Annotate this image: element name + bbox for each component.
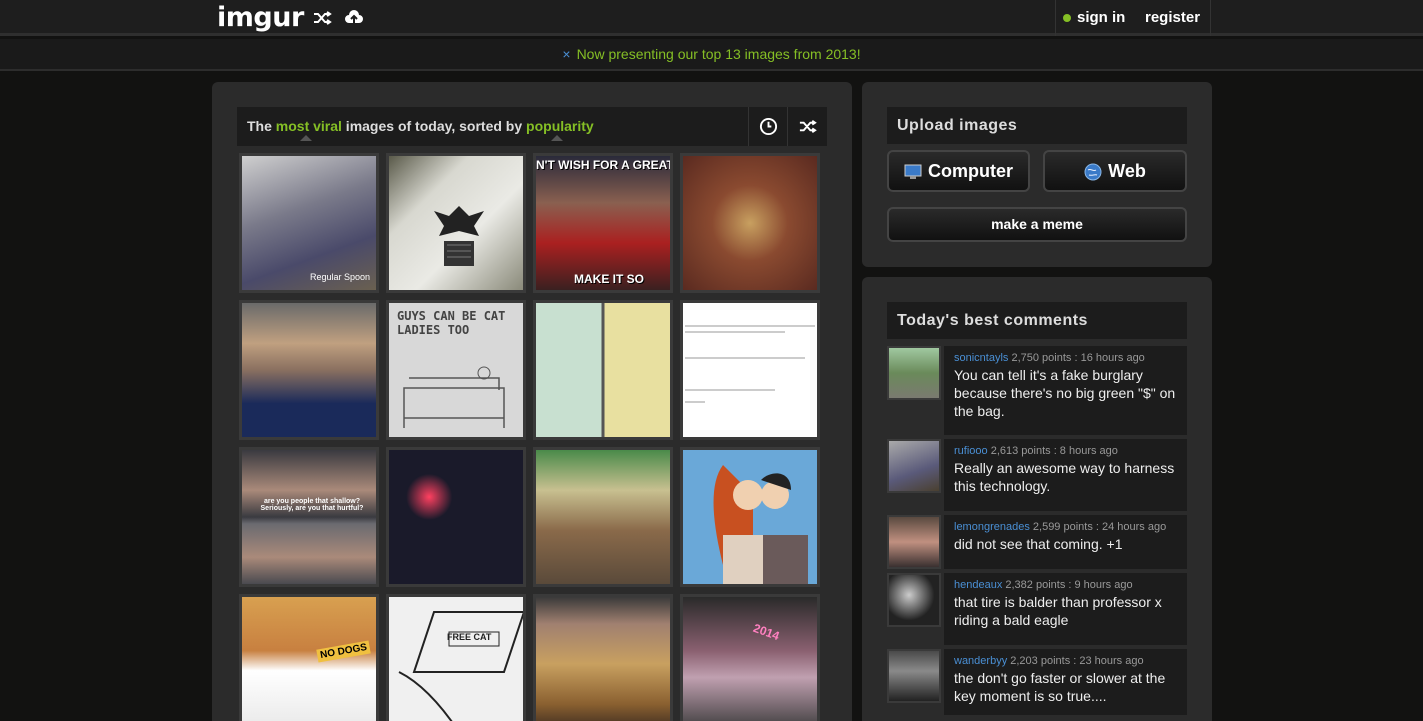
sign-in-link[interactable]: sign in: [1077, 9, 1125, 26]
cloud-upload-icon[interactable]: [344, 8, 364, 28]
gallery-thumb[interactable]: [680, 153, 820, 293]
comment-thumb[interactable]: [887, 573, 941, 627]
comment-username[interactable]: wanderbyy: [954, 655, 1007, 667]
notice-bar: × Now presenting our top 13 images from 2…: [0, 39, 1423, 71]
notice-text[interactable]: Now presenting our top 13 images from 20…: [577, 46, 861, 62]
comment-text: the don't go faster or slower at the key…: [954, 670, 1166, 704]
close-icon[interactable]: ×: [562, 46, 570, 62]
gallery-panel: The most viral images of today, sorted b…: [212, 82, 852, 721]
comment-username[interactable]: lemongrenades: [954, 521, 1030, 533]
gallery-thumb[interactable]: [680, 447, 820, 587]
upload-title: Upload images: [887, 107, 1187, 144]
comment-thumb[interactable]: [887, 346, 941, 400]
comment-thumb[interactable]: [887, 439, 941, 493]
upload-web-button[interactable]: Web: [1043, 150, 1187, 192]
thumb-caption: Regular Spoon: [309, 272, 370, 282]
sort-prefix: The: [247, 118, 276, 134]
comment-username[interactable]: hendeaux: [954, 579, 1002, 591]
upload-computer-button[interactable]: Computer: [887, 150, 1030, 192]
random-sort-button[interactable]: [787, 107, 826, 146]
web-label: Web: [1108, 161, 1146, 181]
gallery-thumb[interactable]: [680, 300, 820, 440]
computer-label: Computer: [928, 161, 1013, 181]
gallery-thumb[interactable]: NO DOGS: [239, 594, 379, 721]
comments-title: Today's best comments: [887, 302, 1187, 339]
couch-drawing-icon: [403, 366, 505, 428]
gallery-thumb[interactable]: [386, 153, 526, 293]
comment-username[interactable]: sonicntayls: [954, 352, 1008, 364]
chevron-up-icon: [551, 135, 563, 141]
gallery-thumb[interactable]: [533, 594, 673, 721]
thumb-caption: are you people that shallow? Seriously, …: [260, 498, 364, 512]
comment-text: did not see that coming. +1: [954, 536, 1123, 552]
sort-bar: The most viral images of today, sorted b…: [237, 107, 827, 146]
gallery-thumb[interactable]: FREE CAT: [386, 594, 526, 721]
punch-card-drawing-icon: [398, 611, 523, 721]
comment-meta: 2,613 points : 8 hours ago: [987, 445, 1118, 457]
gallery-thumb[interactable]: are you people that shallow? Seriously, …: [239, 447, 379, 587]
gallery-thumb[interactable]: [533, 300, 673, 440]
comment-text: You can tell it's a fake burglary becaus…: [954, 367, 1176, 419]
thumb-caption: FREE CAT: [447, 632, 492, 642]
gallery-thumb[interactable]: 2014: [680, 594, 820, 721]
comment-meta: 2,599 points : 24 hours ago: [1029, 521, 1167, 533]
globe-icon: [1084, 163, 1102, 181]
chevron-up-icon: [300, 135, 312, 141]
gallery-thumb[interactable]: Regular Spoon: [239, 153, 379, 293]
thumb-caption: MAKE IT SO: [574, 272, 645, 286]
section-dropdown[interactable]: most viral: [276, 118, 342, 134]
sort-middle: images of today, sorted by: [341, 118, 527, 134]
comment-meta: 2,203 points : 23 hours ago: [1007, 655, 1144, 667]
comment-username[interactable]: rufiooo: [954, 445, 988, 457]
monitor-icon: [904, 164, 922, 180]
time-sort-button[interactable]: [748, 107, 787, 146]
kiss-illustration-icon: [713, 465, 808, 584]
gallery-thumb[interactable]: [533, 447, 673, 587]
imgur-logo[interactable]: imgur: [217, 2, 304, 33]
top-bar: imgur sign in register: [0, 0, 1423, 36]
comment-text: Really an awesome way to harness this te…: [954, 460, 1175, 494]
status-dot-icon: [1063, 14, 1071, 22]
thumb-caption: GUYS CAN BE CAT LADIES TOO: [397, 309, 506, 337]
comment-meta: 2,750 points : 16 hours ago: [1008, 352, 1145, 364]
user-box: sign in register: [1055, 0, 1211, 36]
thumb-caption: N'T WISH FOR A GREAT 20: [536, 158, 673, 172]
gallery-thumb[interactable]: [386, 447, 526, 587]
make-meme-button[interactable]: make a meme: [887, 207, 1187, 242]
upload-panel: Upload images Computer Web make a meme: [862, 82, 1212, 267]
gallery-thumb[interactable]: N'T WISH FOR A GREAT 20 MAKE IT SO: [533, 153, 673, 293]
sort-text: The most viral images of today, sorted b…: [247, 118, 594, 134]
shuffle-icon: [799, 120, 817, 133]
order-dropdown[interactable]: popularity: [526, 118, 594, 134]
drain-graphic-icon: [434, 206, 484, 266]
comment-text: that tire is balder than professor x rid…: [954, 594, 1162, 628]
text-document-icon: [685, 325, 815, 403]
gallery-thumb[interactable]: [239, 300, 379, 440]
gallery-thumb[interactable]: GUYS CAN BE CAT LADIES TOO: [386, 300, 526, 440]
shuffle-icon[interactable]: [312, 8, 332, 28]
comment-thumb[interactable]: [887, 649, 941, 703]
comment-meta: 2,382 points : 9 hours ago: [1002, 579, 1133, 591]
clock-icon: [759, 117, 778, 136]
comment-thumb[interactable]: [887, 515, 941, 569]
comments-panel: Today's best comments sonicntayls 2,750 …: [862, 277, 1212, 721]
register-link[interactable]: register: [1145, 9, 1200, 26]
